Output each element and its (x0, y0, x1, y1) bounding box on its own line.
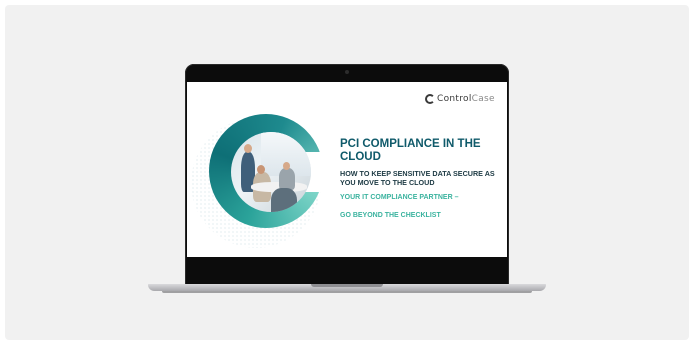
logo-text-accent: Case (471, 94, 495, 104)
person-head (283, 162, 290, 170)
laptop-screen: ControlCase PCI COMPLIANCE IN THE CLOUD … (187, 82, 507, 257)
slide-title: PCI COMPLIANCE IN THE CLOUD (340, 138, 481, 163)
person-foreground (271, 188, 297, 212)
person-head (257, 165, 265, 174)
person-head (244, 144, 252, 153)
tagline-line-1: YOUR IT COMPLIANCE PARTNER – (340, 194, 459, 201)
laptop-opening-notch (311, 284, 383, 287)
controlcase-logo: ControlCase (425, 94, 495, 104)
person-seated-right (279, 168, 295, 190)
laptop-lid: ControlCase PCI COMPLIANCE IN THE CLOUD … (185, 64, 509, 286)
laptop-base (148, 284, 546, 291)
logo-text-main: Control (437, 94, 472, 104)
laptop-base-shadow (162, 291, 532, 293)
meeting-photo (231, 132, 311, 212)
webcam-icon (345, 70, 349, 74)
c-ring-logo-icon (425, 94, 435, 104)
tagline-line-2: GO BEYOND THE CHECKLIST (340, 212, 441, 219)
slide-subtitle: HOW TO KEEP SENSITIVE DATA SECURE AS YOU… (340, 169, 495, 187)
logo-wordmark: ControlCase (437, 94, 495, 104)
